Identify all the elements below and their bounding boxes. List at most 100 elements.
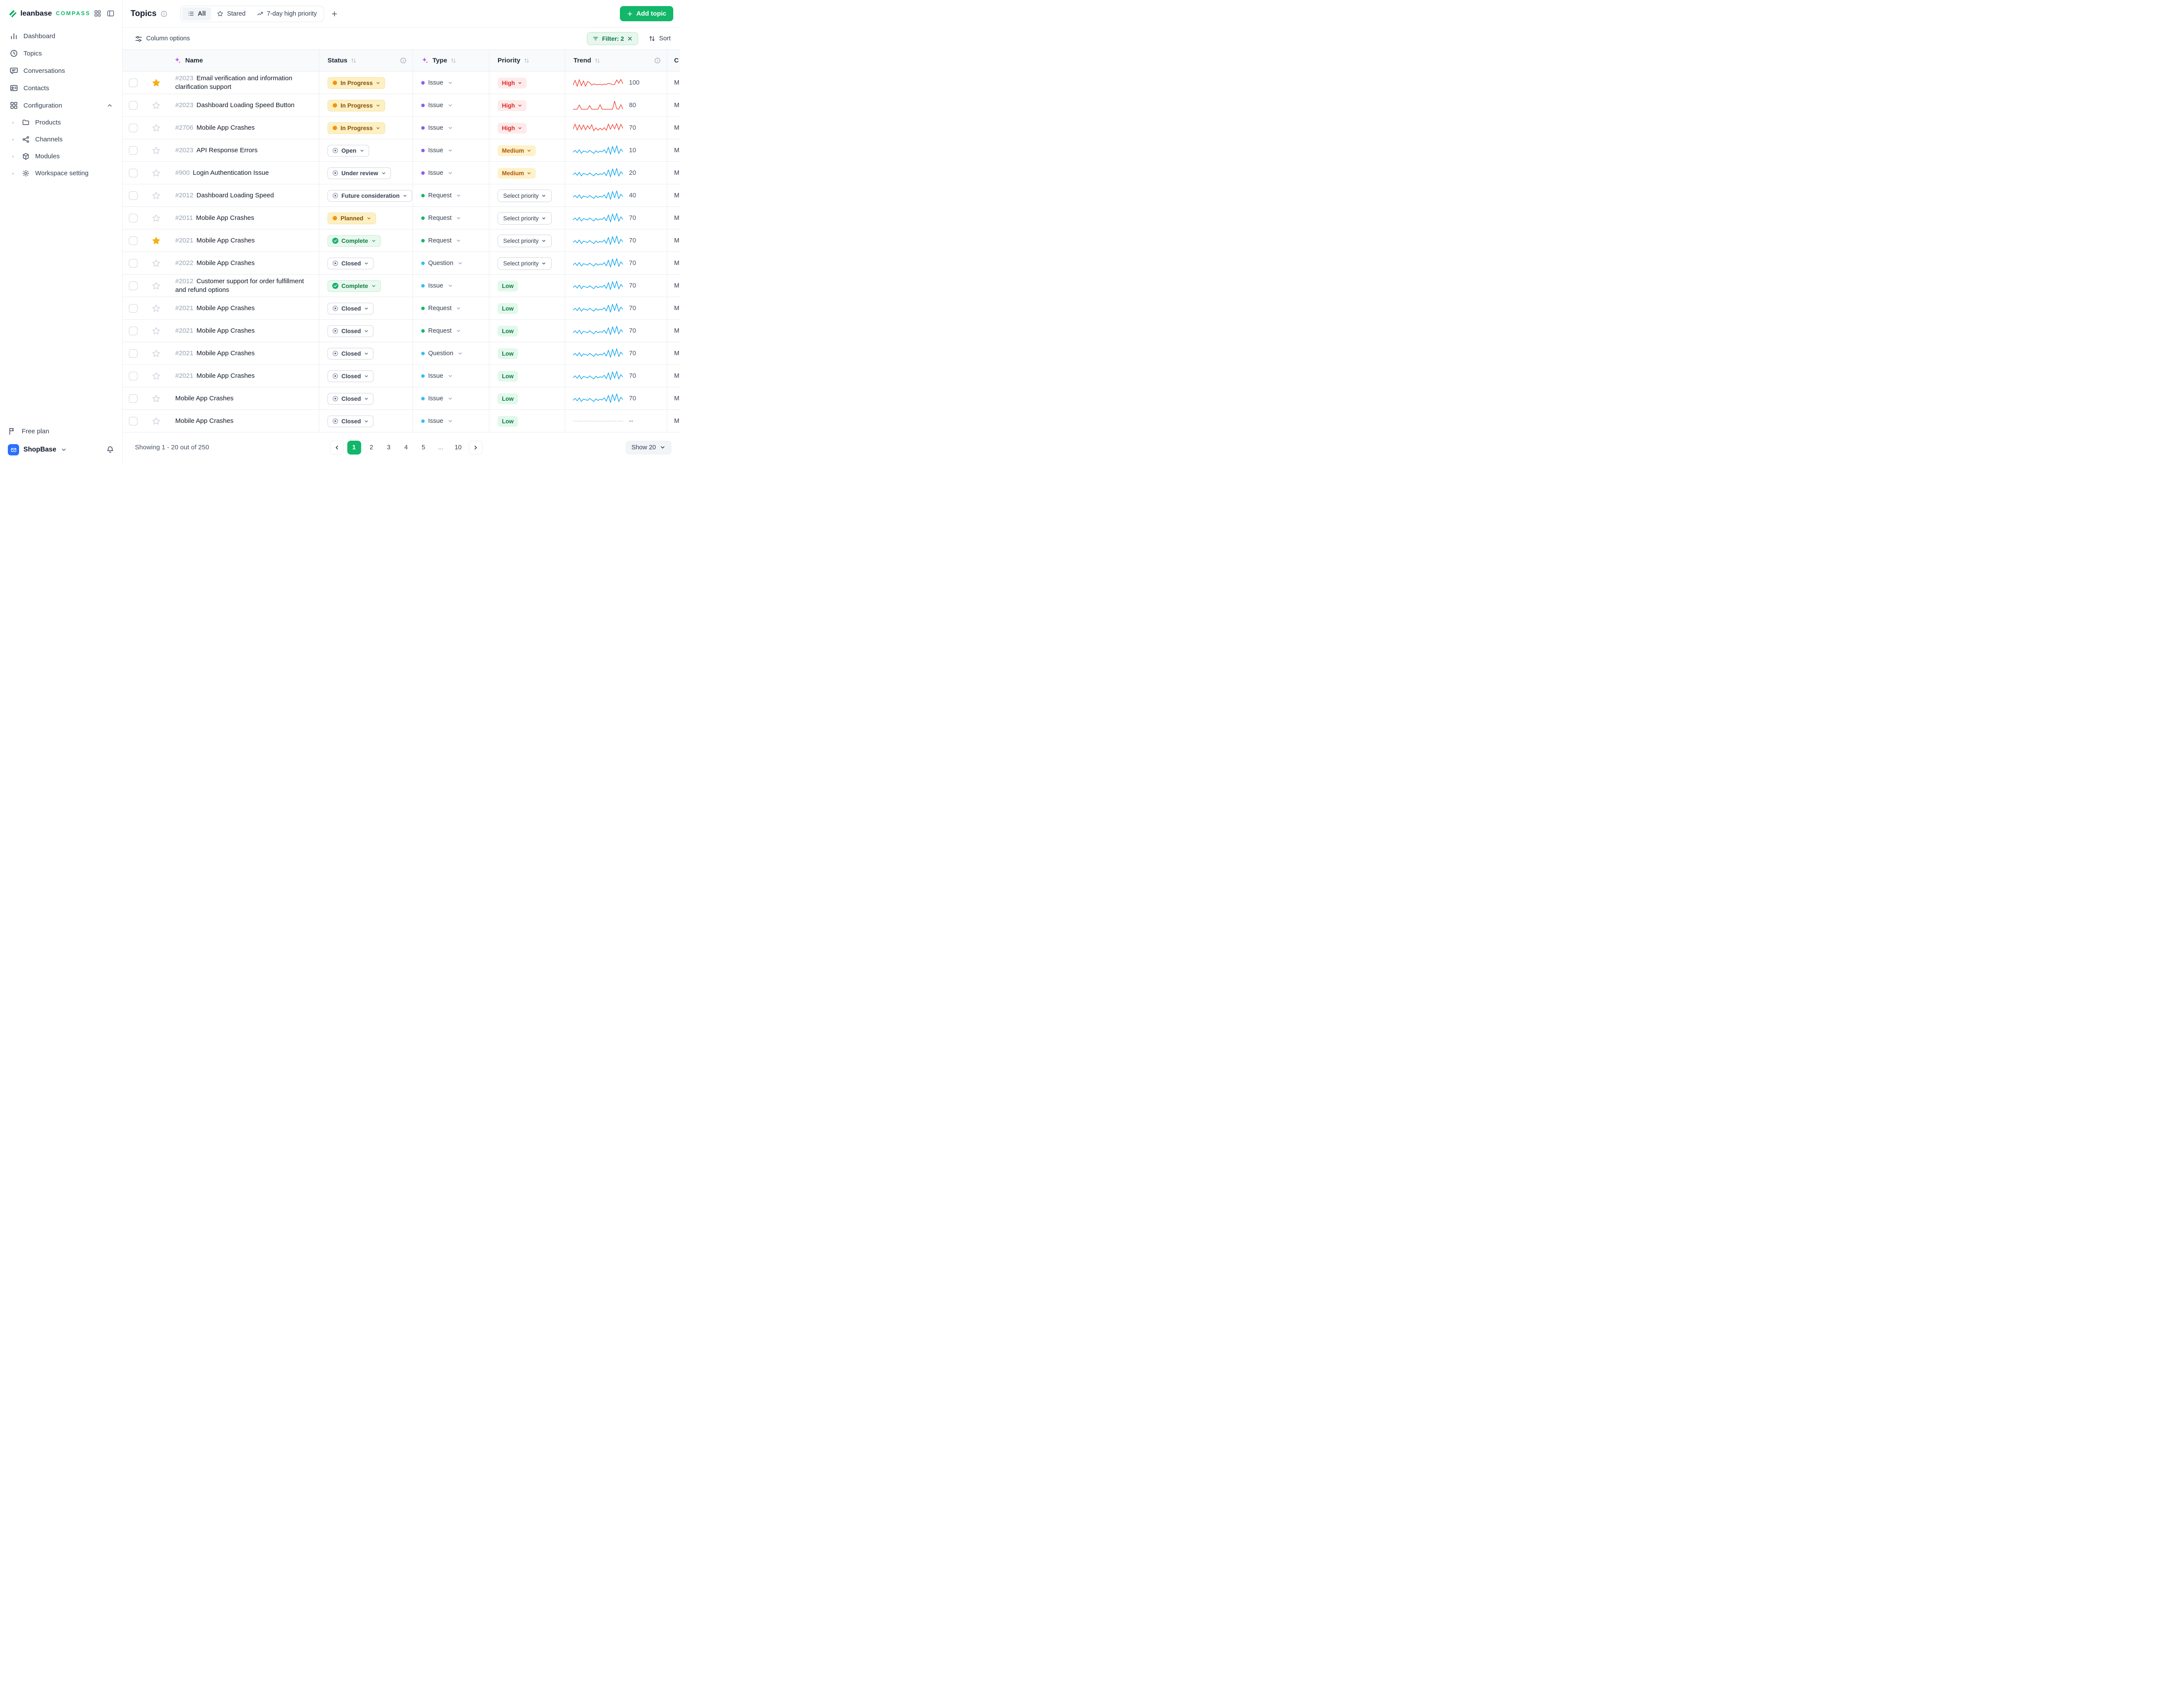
info-icon[interactable] — [654, 57, 661, 64]
status-dropdown[interactable]: In Progress — [328, 100, 385, 111]
add-view-button[interactable] — [329, 9, 340, 19]
star-toggle-icon[interactable] — [152, 79, 161, 87]
topic-title[interactable]: Mobile App Crashes — [197, 350, 255, 357]
column-header-trend[interactable]: Trend — [565, 50, 667, 71]
priority-dropdown[interactable]: Select priority — [498, 190, 552, 202]
tab-stared[interactable]: Stared — [211, 7, 251, 20]
page-button-2[interactable]: 2 — [364, 441, 378, 455]
priority-dropdown[interactable]: Low — [498, 281, 518, 291]
workspace-switcher[interactable]: ShopBase — [8, 444, 115, 455]
priority-dropdown[interactable]: Select priority — [498, 235, 552, 247]
status-dropdown[interactable]: In Progress — [328, 77, 385, 89]
row-checkbox[interactable] — [129, 327, 138, 335]
column-header-type[interactable]: Type — [413, 50, 489, 71]
sidebar-item-dashboard[interactable]: Dashboard — [6, 28, 116, 44]
page-button-10[interactable]: 10 — [451, 441, 465, 455]
column-header-name[interactable]: Name — [166, 50, 319, 71]
priority-dropdown[interactable]: Low — [498, 326, 518, 337]
sort-arrows-icon[interactable] — [524, 58, 530, 64]
page-button-5[interactable]: 5 — [416, 441, 430, 455]
status-dropdown[interactable]: Future consideration — [328, 190, 412, 202]
sort-arrows-icon[interactable] — [594, 58, 600, 64]
priority-dropdown[interactable]: Medium — [498, 168, 536, 179]
status-dropdown[interactable]: Closed — [328, 303, 374, 314]
star-toggle-icon[interactable] — [152, 191, 161, 200]
table-row[interactable]: #2011 Mobile App Crashes Planned Request… — [123, 207, 680, 229]
star-toggle-icon[interactable] — [152, 304, 161, 313]
star-toggle-icon[interactable] — [152, 214, 161, 222]
tab-7day-high-priority[interactable]: 7-day high priority — [251, 7, 322, 20]
topic-title[interactable]: Mobile App Crashes — [197, 237, 255, 244]
filter-chip[interactable]: Filter: 2 — [587, 32, 639, 45]
type-dropdown[interactable]: Question — [421, 260, 463, 267]
type-dropdown[interactable]: Question — [421, 350, 463, 357]
type-dropdown[interactable]: Request — [421, 192, 461, 199]
sidebar-item-products[interactable]: Products — [6, 115, 116, 131]
priority-dropdown[interactable]: High — [498, 100, 527, 111]
status-dropdown[interactable]: Open — [328, 145, 369, 157]
star-toggle-icon[interactable] — [152, 394, 161, 403]
status-dropdown[interactable]: Complete — [328, 235, 381, 247]
row-checkbox[interactable] — [129, 259, 138, 268]
brand-logo[interactable]: leanbaseCOMPASS — [8, 9, 91, 18]
status-dropdown[interactable]: Closed — [328, 348, 374, 360]
star-toggle-icon[interactable] — [152, 124, 161, 132]
table-row[interactable]: #2021 Mobile App Crashes Closed Request … — [123, 320, 680, 342]
table-row[interactable]: #2023 Dashboard Loading Speed Button In … — [123, 94, 680, 117]
status-dropdown[interactable]: Closed — [328, 325, 374, 337]
row-checkbox[interactable] — [129, 191, 138, 200]
info-icon[interactable] — [161, 10, 167, 17]
star-toggle-icon[interactable] — [152, 169, 161, 177]
row-checkbox[interactable] — [129, 394, 138, 403]
table-row[interactable]: #2021 Mobile App Crashes Complete Reques… — [123, 229, 680, 252]
topic-title[interactable]: Mobile App Crashes — [197, 327, 255, 334]
star-toggle-icon[interactable] — [152, 372, 161, 380]
status-dropdown[interactable]: Complete — [328, 280, 381, 292]
row-checkbox[interactable] — [129, 169, 138, 177]
page-button-4[interactable]: 4 — [399, 441, 413, 455]
status-dropdown[interactable]: Planned — [328, 213, 376, 224]
type-dropdown[interactable]: Request — [421, 305, 461, 312]
column-header-partial[interactable]: C — [667, 50, 680, 71]
next-page-button[interactable] — [469, 441, 482, 455]
tab-all[interactable]: All — [182, 7, 212, 20]
status-dropdown[interactable]: Closed — [328, 393, 374, 405]
status-dropdown[interactable]: In Progress — [328, 122, 385, 134]
star-toggle-icon[interactable] — [152, 101, 161, 110]
sidebar-item-workspace-setting[interactable]: Workspace setting — [6, 165, 116, 181]
topic-title[interactable]: Mobile App Crashes — [197, 372, 255, 380]
table-row[interactable]: #2023 API Response Errors Open Issue Med… — [123, 139, 680, 162]
sidebar-item-topics[interactable]: Topics — [6, 45, 116, 62]
type-dropdown[interactable]: Issue — [421, 395, 453, 402]
row-checkbox[interactable] — [129, 349, 138, 358]
type-dropdown[interactable]: Issue — [421, 79, 453, 86]
table-row[interactable]: Mobile App Crashes Closed Issue Low 70 M — [123, 387, 680, 410]
row-checkbox[interactable] — [129, 372, 138, 380]
type-dropdown[interactable]: Request — [421, 237, 461, 244]
row-checkbox[interactable] — [129, 79, 138, 87]
table-row[interactable]: #2023 Email verification and information… — [123, 72, 680, 94]
star-toggle-icon[interactable] — [152, 259, 161, 268]
sidebar-item-modules[interactable]: Modules — [6, 148, 116, 164]
app-grid-icon[interactable] — [94, 10, 102, 17]
info-icon[interactable] — [400, 57, 406, 64]
priority-dropdown[interactable]: Low — [498, 348, 518, 359]
type-dropdown[interactable]: Issue — [421, 418, 453, 425]
add-topic-button[interactable]: Add topic — [620, 6, 673, 21]
sidebar-item-configuration[interactable]: Configuration — [6, 97, 116, 114]
priority-dropdown[interactable]: High — [498, 123, 527, 134]
topic-title[interactable]: Dashboard Loading Speed — [197, 192, 274, 199]
priority-dropdown[interactable]: High — [498, 78, 527, 88]
table-row[interactable]: #2021 Mobile App Crashes Closed Request … — [123, 297, 680, 320]
sidebar-item-channels[interactable]: Channels — [6, 131, 116, 147]
row-checkbox[interactable] — [129, 214, 138, 222]
row-checkbox[interactable] — [129, 236, 138, 245]
status-dropdown[interactable]: Under review — [328, 167, 391, 179]
star-toggle-icon[interactable] — [152, 327, 161, 335]
row-checkbox[interactable] — [129, 146, 138, 155]
status-dropdown[interactable]: Closed — [328, 370, 374, 382]
type-dropdown[interactable]: Issue — [421, 282, 453, 289]
topic-title[interactable]: Mobile App Crashes — [197, 124, 255, 131]
table-row[interactable]: #2022 Mobile App Crashes Closed Question… — [123, 252, 680, 275]
page-button-3[interactable]: 3 — [382, 441, 396, 455]
